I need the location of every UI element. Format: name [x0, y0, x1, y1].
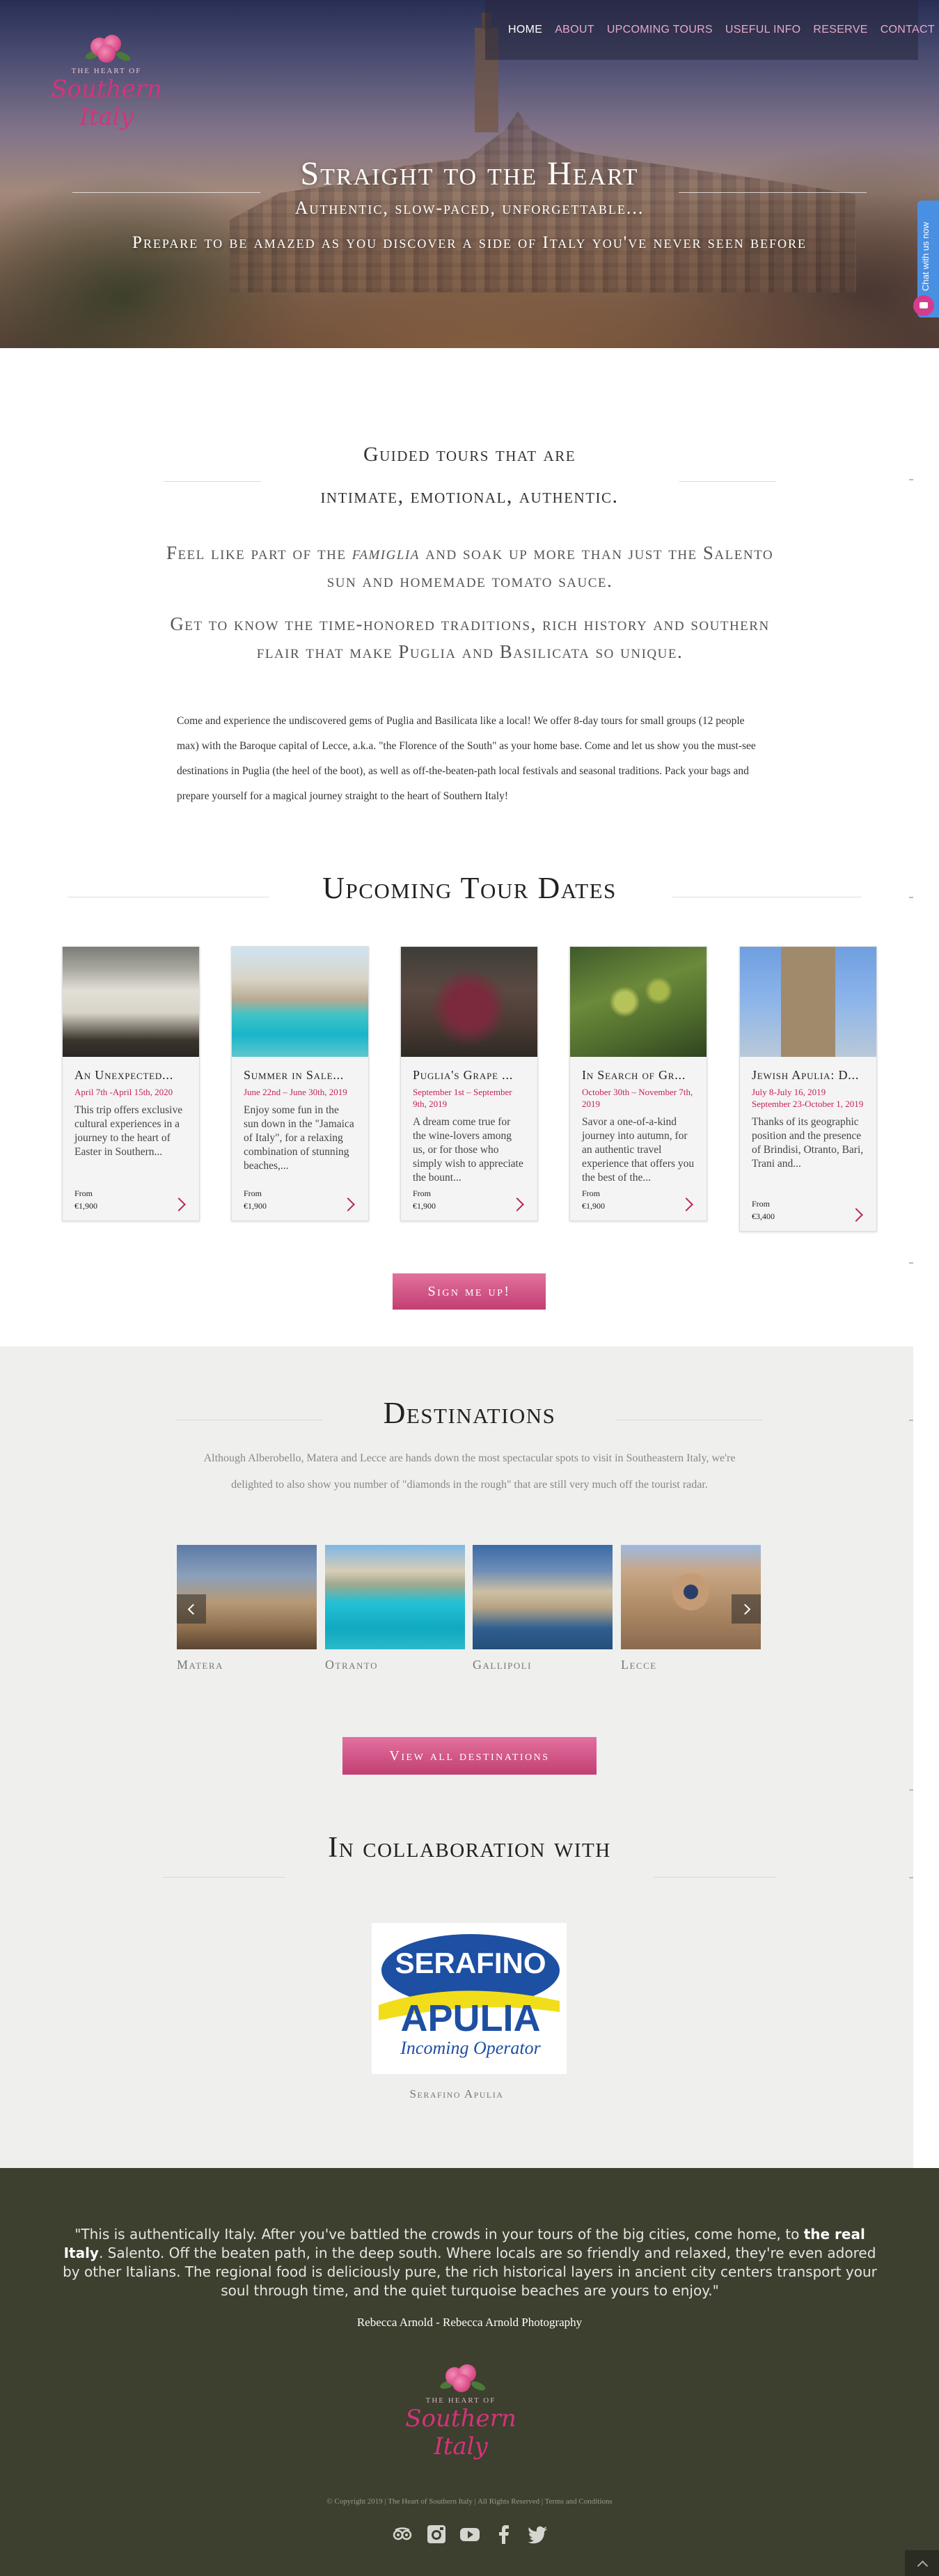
hero-title: Straight to the Heart [300, 155, 639, 192]
nav-contact[interactable]: CONTACT [874, 24, 939, 36]
tour-card[interactable]: An Unexpected... April 7th -April 15th, … [62, 946, 200, 1221]
logo-top-text: THE HEART OF [71, 67, 142, 75]
social-links [391, 2520, 549, 2548]
chevron-right-icon[interactable] [172, 1197, 186, 1211]
tour-price: From €1,900 [244, 1188, 267, 1211]
logo-script-text: Southern Italy [51, 75, 162, 131]
scroll-to-top-button[interactable] [905, 2550, 939, 2576]
tour-description: Enjoy some fun in the sun down in the "J… [244, 1104, 354, 1172]
nav-home[interactable]: HOME [502, 24, 549, 36]
hero-banner: THE HEART OF Southern Italy HOME ABOUT U… [0, 0, 939, 348]
testimonial-author: Rebecca Arnold - Rebecca Arnold Photogra… [356, 2316, 583, 2329]
tour-date: June 22nd – June 30th, 2019 [244, 1087, 347, 1097]
tour-price: From €1,900 [413, 1188, 436, 1211]
testimonial-quote: "This is authentically Italy. After you'… [63, 2226, 877, 2299]
main-nav: HOME ABOUT UPCOMING TOURS USEFUL INFO RE… [485, 0, 935, 60]
site-logo[interactable]: THE HEART OF Southern Italy [33, 32, 180, 131]
destinations-title: Destinations [383, 1396, 556, 1430]
destination-name: Matera [177, 1658, 223, 1672]
tour-name: An Unexpected... [74, 1068, 174, 1082]
nav-upcoming-tours[interactable]: UPCOMING TOURS [601, 24, 719, 36]
nav-reserve[interactable]: RESERVE [807, 24, 874, 36]
copyright-text: © Copyright 2019 | The Heart of Southern… [326, 2497, 613, 2506]
tour-date: July 8-July 16, 2019 September 23-Octobe… [752, 1087, 864, 1109]
tour-description: This trip offers exclusive cultural expe… [74, 1104, 183, 1158]
nav-about[interactable]: ABOUT [549, 24, 601, 36]
rose-icon [84, 32, 132, 65]
tour-name: In Search of Gr... [582, 1068, 686, 1082]
hero-tagline: Prepare to be amazed as you discover a s… [132, 233, 807, 252]
chat-label: Chat with us now [920, 222, 931, 291]
carousel-next-icon[interactable] [732, 1594, 761, 1624]
partner-logo-top: SERAFINO [395, 1947, 546, 1979]
tour-price: From €1,900 [74, 1188, 97, 1211]
tour-name: Jewish Apulia: D... [752, 1068, 860, 1082]
tours-title: Upcoming Tour Dates [322, 871, 617, 905]
nav-useful-info[interactable]: USEFUL INFO [719, 24, 807, 36]
intro-rule-left [164, 481, 261, 482]
intro-rule-right [679, 481, 776, 482]
intro-lead-2: Get to know the time-honored traditions,… [170, 613, 770, 662]
tour-date: September 1st – September 9th, 2019 [413, 1087, 512, 1109]
intro-lead-1: Feel like part of the famiglia and soak … [166, 542, 774, 591]
destination-card[interactable]: Otranto [325, 1545, 465, 1672]
destinations-intro: Although Alberobello, Matera and Lecce a… [203, 1452, 736, 1491]
footer-logo-top-text: THE HEART OF [425, 2396, 496, 2405]
partner-name: Serafino Apulia [409, 2087, 504, 2100]
tour-card[interactable]: Summer in Sale... June 22nd – June 30th,… [231, 946, 369, 1221]
instagram-icon[interactable] [425, 2523, 448, 2545]
chat-bubble-icon[interactable] [913, 295, 934, 316]
twitter-icon[interactable] [526, 2523, 549, 2545]
destination-image [473, 1545, 613, 1649]
chevron-right-icon[interactable] [510, 1197, 524, 1211]
partner-logo-sub: Incoming Operator [400, 2038, 541, 2058]
chevron-right-icon[interactable] [341, 1197, 355, 1211]
footer-logo-script-text: Southern Italy [405, 2405, 516, 2460]
view-all-destinations-button[interactable]: View all destinations [342, 1737, 597, 1775]
destination-name: Gallipoli [473, 1658, 532, 1672]
tour-card[interactable]: In Search of Gr... October 30th – Novemb… [569, 946, 707, 1221]
footer-logo[interactable]: THE HEART OF Southern Italy [384, 2360, 537, 2460]
partner-logo[interactable]: SERAFINO APULIA Incoming Operator [372, 1923, 567, 2074]
tour-price: From €3,400 [752, 1199, 775, 1221]
tour-card[interactable]: Puglia's Grape ... September 1st – Septe… [400, 946, 538, 1221]
chevron-right-icon[interactable] [679, 1197, 693, 1211]
tour-price: From €1,900 [582, 1188, 605, 1211]
sign-me-up-button[interactable]: Sign me up! [393, 1273, 546, 1310]
facebook-icon[interactable] [493, 2523, 515, 2545]
intro-body-text: Come and experience the undiscovered gem… [177, 715, 756, 802]
intro-heading-line1: Guided tours that are [363, 443, 576, 466]
intro-heading-line2: intimate, emotional, authentic. [320, 485, 619, 508]
partner-logo-mid: APULIA [401, 1997, 541, 2039]
tour-date: October 30th – November 7th, 2019 [582, 1087, 693, 1109]
tour-image [740, 947, 876, 1057]
tour-date: April 7th -April 15th, 2020 [74, 1087, 173, 1097]
collab-title: In collaboration with [328, 1832, 611, 1864]
collab-rule-left [162, 1877, 285, 1878]
tripadvisor-icon[interactable] [391, 2523, 413, 2545]
destination-name: Lecce [621, 1658, 657, 1672]
collab-rule-right [654, 1877, 777, 1878]
carousel-prev-icon[interactable] [177, 1594, 206, 1624]
tour-image [232, 947, 368, 1057]
serafino-apulia-logo: SERAFINO APULIA Incoming Operator [379, 1934, 560, 2058]
hero-divider-right [679, 192, 867, 193]
tour-card[interactable]: Jewish Apulia: D... July 8-July 16, 2019… [739, 946, 877, 1232]
youtube-icon[interactable] [459, 2523, 481, 2545]
tour-image [401, 947, 537, 1057]
tour-name: Summer in Sale... [244, 1068, 345, 1082]
tour-description: Thanks of its geographic position and th… [752, 1116, 864, 1170]
hero-divider-left [72, 192, 260, 193]
tour-name: Puglia's Grape ... [413, 1068, 514, 1082]
hero-subtitle: Authentic, slow-paced, unforgettable... [294, 198, 645, 218]
tour-description: A dream come true for the wine-lovers am… [413, 1116, 523, 1184]
chevron-right-icon[interactable] [849, 1208, 863, 1222]
destination-name: Otranto [325, 1658, 378, 1672]
tour-image [570, 947, 707, 1057]
destination-card[interactable]: Gallipoli [473, 1545, 613, 1672]
destination-image [325, 1545, 465, 1649]
tour-description: Savor a one-of-a-kind journey into autum… [582, 1116, 695, 1184]
rose-icon [439, 2362, 487, 2395]
tour-image [63, 947, 199, 1057]
